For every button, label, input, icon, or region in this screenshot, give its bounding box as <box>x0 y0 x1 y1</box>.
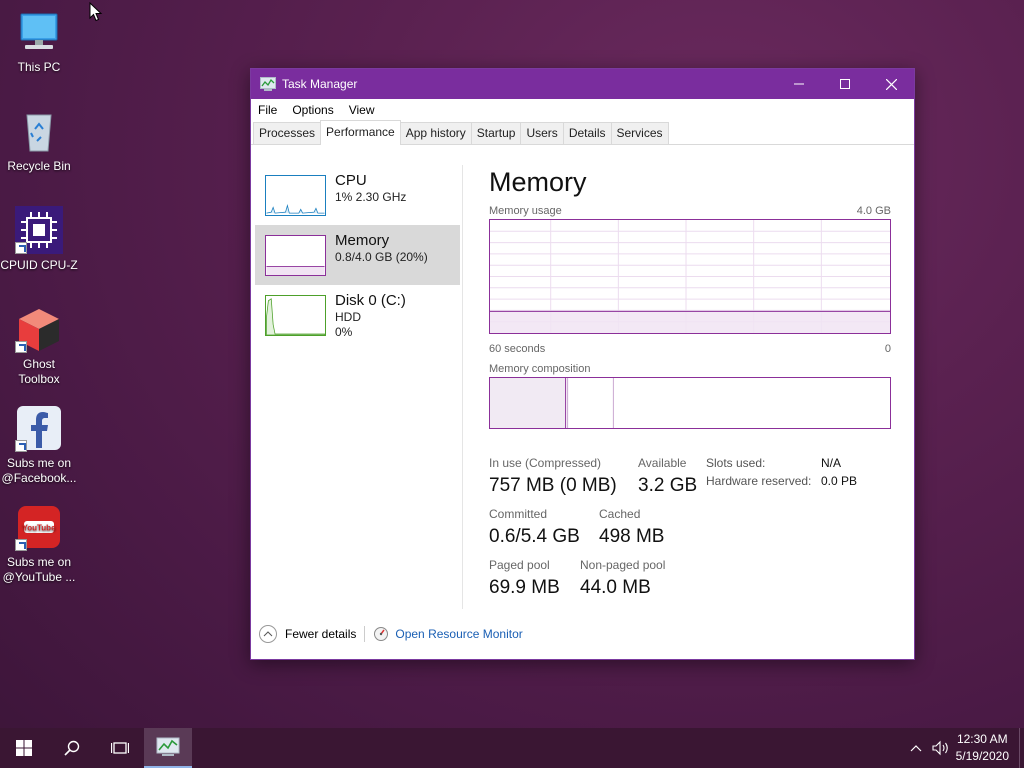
available-value: 3.2 GB <box>638 475 698 496</box>
available-label: Available <box>638 456 687 470</box>
sidebar-memory-usage: 0.8/4.0 GB (20%) <box>335 250 428 264</box>
paged-pool-value: 69.9 MB <box>489 577 560 598</box>
menu-options[interactable]: Options <box>292 103 333 117</box>
desktop-icon-youtube[interactable]: YouTube Subs me on @YouTube ... <box>0 503 78 585</box>
windows-logo-icon <box>16 740 32 756</box>
tab-app-history[interactable]: App history <box>399 122 472 144</box>
slots-used-label: Slots used: <box>706 456 766 470</box>
cached-label: Cached <box>599 507 641 521</box>
slots-used-value: N/A <box>821 456 842 470</box>
hardware-reserved-label: Hardware reserved: <box>706 474 812 488</box>
title-bar[interactable]: Task Manager <box>251 69 914 99</box>
tab-bar: Processes Performance App history Startu… <box>251 120 914 145</box>
menu-view[interactable]: View <box>349 103 375 117</box>
system-tray: 12:30 AM 5/19/2020 <box>910 728 1024 768</box>
sidebar-cpu-usage: 1% 2.30 GHz <box>335 190 407 204</box>
sidebar-item-disk[interactable]: Disk 0 (C:) HDD 0% <box>255 285 460 345</box>
shortcut-arrow-icon <box>15 440 27 452</box>
memory-thumbnail-graph <box>265 235 326 276</box>
maximize-icon <box>840 79 850 89</box>
minimize-icon <box>794 83 804 85</box>
task-manager-window: Task Manager File Options View Processes… <box>250 68 915 660</box>
task-view-button[interactable] <box>96 728 144 768</box>
in-use-value: 757 MB (0 MB) <box>489 475 617 496</box>
recycle-bin-icon <box>26 114 52 152</box>
taskbar: 12:30 AM 5/19/2020 <box>0 728 1024 768</box>
sidebar-item-memory[interactable]: Memory 0.8/4.0 GB (20%) <box>255 225 460 285</box>
in-use-label: In use (Compressed) <box>489 456 602 470</box>
paged-pool-label: Paged pool <box>489 558 550 572</box>
sidebar-cpu-name: CPU <box>335 172 367 189</box>
hardware-reserved-value: 0.0 PB <box>821 474 858 488</box>
show-desktop-button[interactable] <box>1019 728 1024 768</box>
taskbar-task-manager[interactable] <box>144 728 192 768</box>
memory-composition-label: Memory composition <box>489 363 591 375</box>
cpu-thumbnail-graph <box>265 175 326 216</box>
sidebar-disk-name: Disk 0 (C:) <box>335 292 406 309</box>
memory-usage-graph <box>489 219 891 334</box>
memory-usage-max: 4.0 GB <box>856 205 891 217</box>
nonpaged-pool-value: 44.0 MB <box>580 577 651 598</box>
sidebar-disk-type: HDD <box>335 310 361 324</box>
time-axis-left: 60 seconds <box>489 343 546 355</box>
cached-value: 498 MB <box>599 526 665 547</box>
desktop-icon-facebook[interactable]: Subs me on @Facebook... <box>0 404 78 486</box>
sidebar-memory-name: Memory <box>335 232 390 249</box>
menu-bar: File Options View <box>251 99 914 120</box>
start-button[interactable] <box>0 728 48 768</box>
shortcut-arrow-icon <box>15 341 27 353</box>
memory-composition-bar <box>489 377 891 429</box>
memory-panel: Memory Memory usage 4.0 GB 60 seconds 0 <box>489 165 891 606</box>
tab-details[interactable]: Details <box>562 122 612 144</box>
tab-performance[interactable]: Performance <box>320 120 401 145</box>
task-manager-icon <box>156 737 180 756</box>
page-title: Memory <box>489 167 587 197</box>
task-manager-icon <box>260 77 276 91</box>
open-resource-monitor-link[interactable]: Open Resource Monitor <box>395 627 522 641</box>
computer-icon <box>20 13 58 49</box>
close-button[interactable] <box>868 69 914 99</box>
clock-date: 5/19/2020 <box>955 749 1009 763</box>
chevron-up-icon[interactable] <box>910 744 922 752</box>
sidebar-item-cpu[interactable]: CPU 1% 2.30 GHz <box>255 165 460 225</box>
memory-usage-label: Memory usage <box>489 205 562 217</box>
volume-icon[interactable] <box>932 740 950 756</box>
performance-sidebar: CPU 1% 2.30 GHz Memory 0.8/4.0 GB (20%) … <box>255 165 460 345</box>
search-icon <box>64 740 80 756</box>
nonpaged-pool-label: Non-paged pool <box>580 558 666 572</box>
time-axis-right: 0 <box>884 343 891 355</box>
close-icon <box>885 78 897 90</box>
desktop-icon-cpu-z[interactable]: CPUID CPU-Z <box>0 206 78 273</box>
desktop-icon-ghost-toolbox[interactable]: Ghost Toolbox <box>0 305 78 387</box>
desktop-icon-this-pc[interactable]: This PC <box>0 8 78 75</box>
desktop-icon-recycle-bin[interactable]: Recycle Bin <box>0 107 78 174</box>
search-button[interactable] <box>48 728 96 768</box>
window-title: Task Manager <box>282 77 358 91</box>
maximize-button[interactable] <box>822 69 868 99</box>
sidebar-divider <box>462 165 463 609</box>
committed-label: Committed <box>489 507 548 521</box>
svg-text:YouTube: YouTube <box>22 524 56 533</box>
shortcut-arrow-icon <box>15 539 27 551</box>
fewer-details-button[interactable]: Fewer details <box>285 627 356 641</box>
footer: Fewer details Open Resource Monitor <box>259 625 523 643</box>
tab-startup[interactable]: Startup <box>470 122 522 144</box>
footer-separator <box>364 626 366 642</box>
clock[interactable]: 12:30 AM 5/19/2020 <box>956 731 1009 765</box>
disk-thumbnail-graph <box>265 295 326 336</box>
tab-users[interactable]: Users <box>520 122 564 144</box>
task-view-icon <box>111 742 129 754</box>
minimize-button[interactable] <box>776 69 822 99</box>
memory-stats: In use (Compressed) 757 MB (0 MB) Availa… <box>489 456 891 606</box>
chevron-up-icon[interactable] <box>259 625 277 643</box>
resource-monitor-icon <box>374 627 389 641</box>
committed-value: 0.6/5.4 GB <box>489 526 580 547</box>
tab-services[interactable]: Services <box>610 122 669 144</box>
clock-time: 12:30 AM <box>956 732 1008 746</box>
shortcut-arrow-icon <box>15 242 27 254</box>
sidebar-disk-usage: 0% <box>335 325 353 339</box>
menu-file[interactable]: File <box>258 103 277 117</box>
mouse-cursor-icon <box>89 2 103 22</box>
tab-processes[interactable]: Processes <box>253 122 322 144</box>
